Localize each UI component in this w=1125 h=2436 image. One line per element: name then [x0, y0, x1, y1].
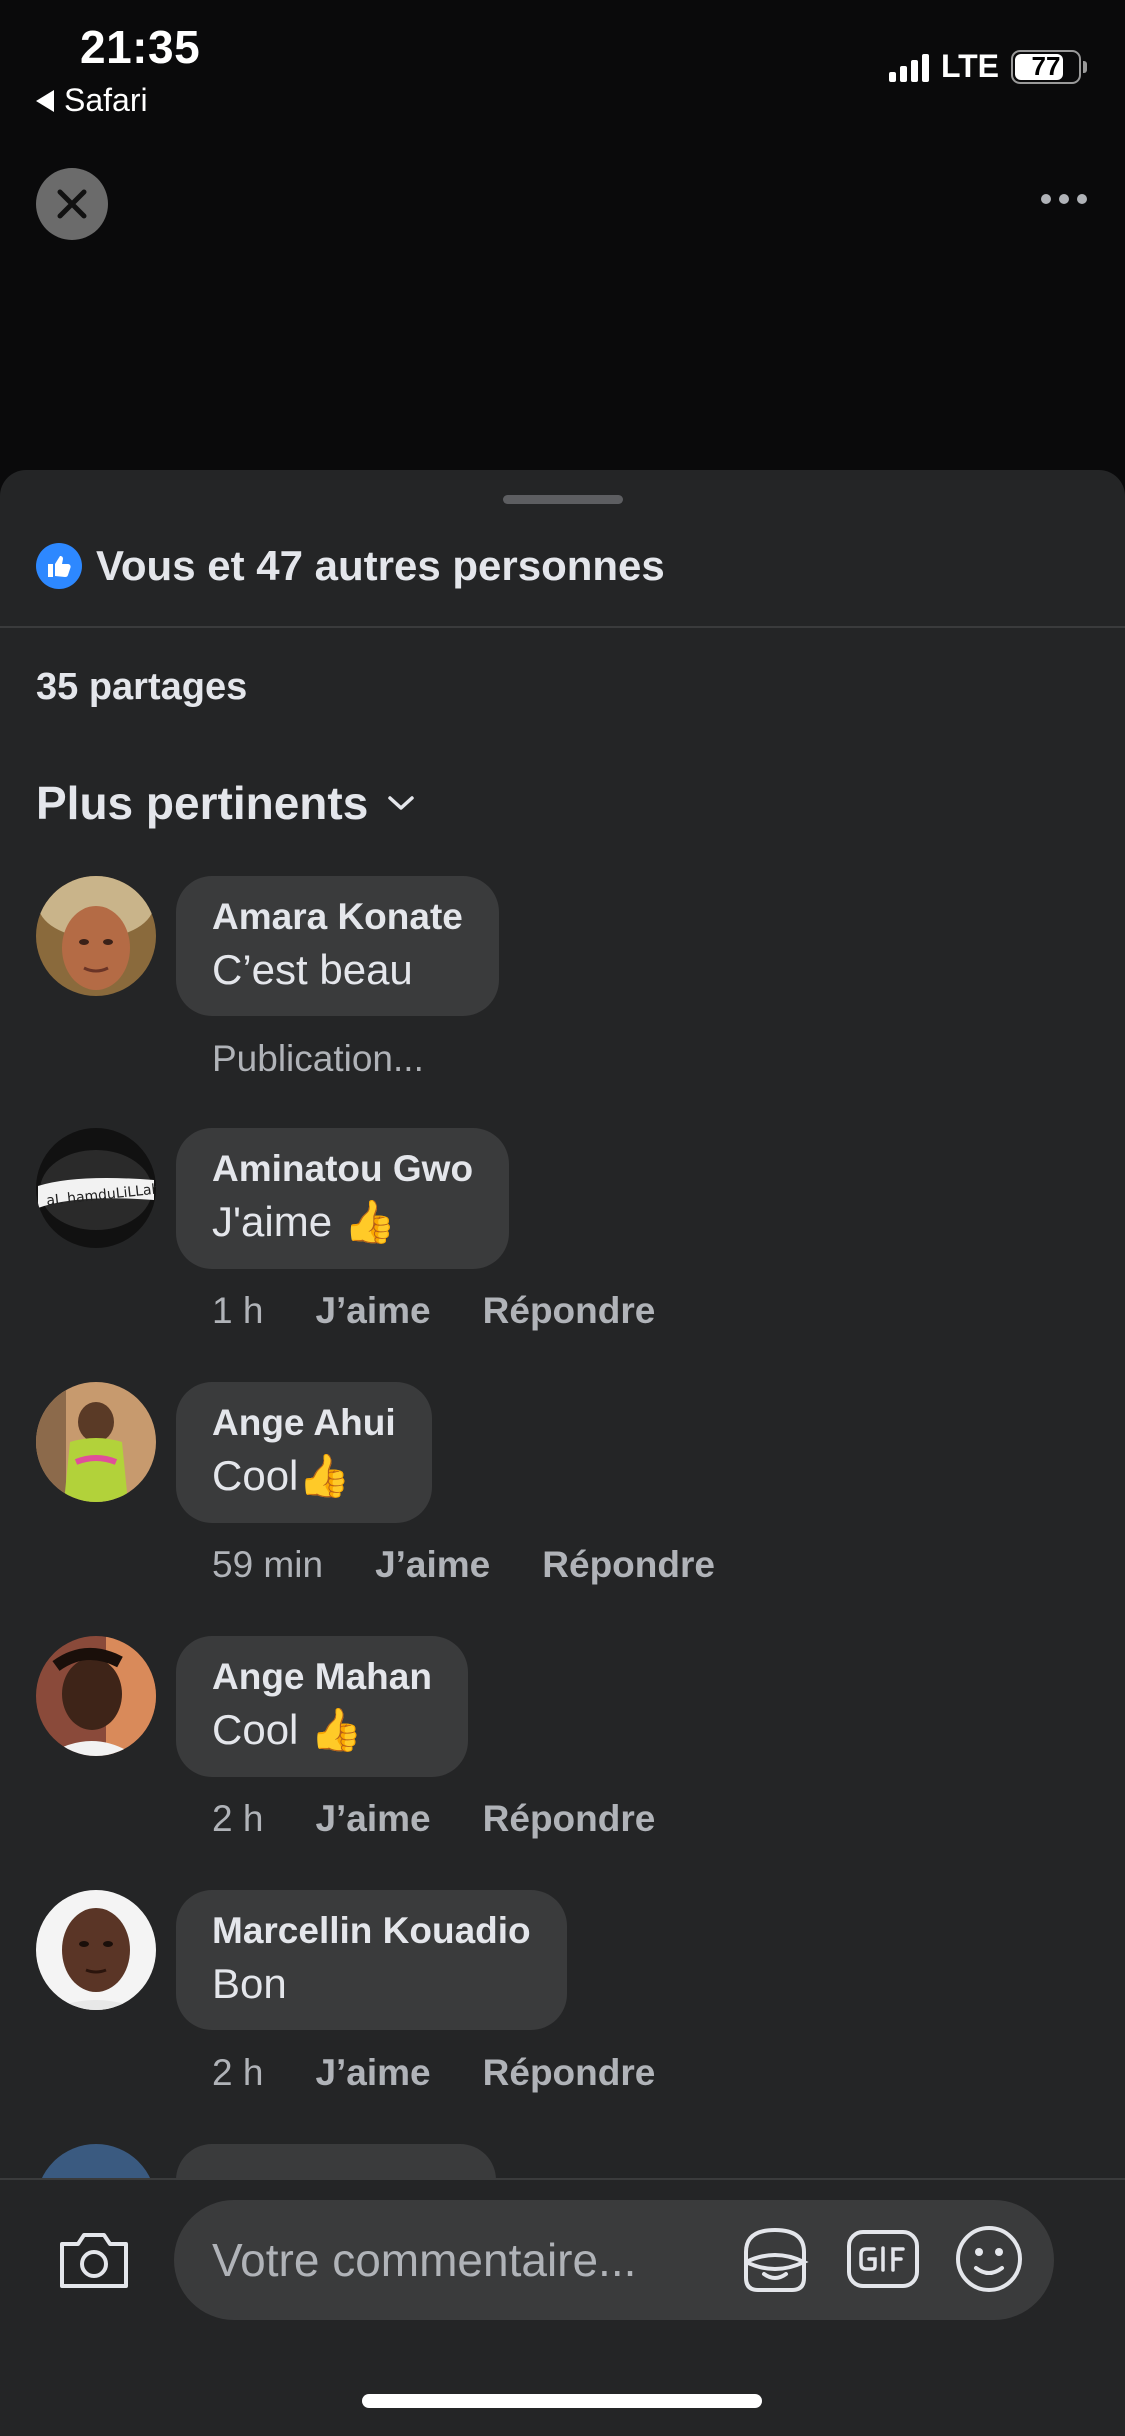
comment-field[interactable]	[174, 2200, 1054, 2320]
divider	[0, 626, 1125, 628]
avatar[interactable]	[36, 1382, 156, 1502]
status-indicators: LTE 77	[888, 48, 1087, 85]
home-indicator[interactable]	[362, 2394, 762, 2408]
reactions-summary[interactable]: Vous et 47 autres personnes	[36, 542, 665, 590]
reply-button[interactable]: Répondre	[542, 1544, 715, 1586]
comment-meta: Publication...	[212, 1038, 424, 1080]
more-dot-icon	[1077, 194, 1087, 204]
comment-meta: 59 min J’aime Répondre	[212, 1544, 715, 1586]
comment-time: 1 h	[212, 1290, 264, 1331]
comment-meta: 2 h J’aime Répondre	[212, 2052, 655, 2094]
like-reaction-icon	[36, 543, 82, 589]
avatar[interactable]	[36, 1890, 156, 2010]
more-dot-icon	[1059, 194, 1069, 204]
comment-meta: 1 h J’aime Répondre	[212, 1290, 655, 1332]
reply-button[interactable]: Répondre	[483, 1290, 656, 1332]
comment-text: Bon	[212, 1960, 287, 2007]
reactions-text: Vous et 47 autres personnes	[96, 542, 665, 589]
comment-time: 2 h	[212, 1798, 264, 1839]
reply-button[interactable]: Répondre	[483, 1798, 656, 1840]
comment-input[interactable]	[212, 2233, 732, 2287]
comment-text: Cool👍	[212, 1452, 351, 1499]
more-dot-icon	[1041, 194, 1051, 204]
comment-author[interactable]: Ange Mahan	[212, 1656, 432, 1698]
comment-bubble[interactable]: Marcellin Kouadio Bon	[176, 1890, 567, 2030]
battery-percent: 77	[1031, 51, 1061, 81]
more-options-button[interactable]	[1041, 194, 1087, 204]
like-comment-button[interactable]: J’aime	[315, 1290, 430, 1332]
comment-bubble[interactable]: Amara Konate C’est beau	[176, 876, 499, 1016]
avatar[interactable]	[36, 876, 156, 996]
comment-time: 59 min	[212, 1544, 324, 1585]
like-comment-button[interactable]: J’aime	[315, 2052, 430, 2094]
comment-meta: 2 h J’aime Répondre	[212, 1798, 655, 1840]
signal-strength-icon	[888, 52, 929, 82]
close-icon	[57, 189, 87, 219]
battery-icon: 77	[1011, 49, 1087, 84]
network-label: LTE	[940, 48, 999, 84]
avatar[interactable]: aL hamduLiLLah	[36, 1128, 156, 1248]
back-arrow-icon	[36, 89, 54, 112]
back-app-label: Safari	[64, 82, 148, 118]
avatar-sticker-icon[interactable]	[738, 2222, 812, 2296]
comment-bubble[interactable]: Aminatou Gwo J'aime 👍	[176, 1128, 510, 1269]
camera-icon	[60, 2233, 128, 2288]
comment-text: J'aime 👍	[212, 1198, 397, 1245]
like-comment-button[interactable]: J’aime	[315, 1798, 430, 1840]
close-button[interactable]	[36, 168, 108, 240]
comment-text: Cool 👍	[212, 1706, 363, 1753]
emoji-icon[interactable]	[954, 2224, 1024, 2294]
comment-author[interactable]: Aminatou Gwo	[212, 1148, 473, 1190]
comment-author[interactable]: Ange Ahui	[212, 1402, 396, 1444]
sort-dropdown[interactable]: Plus pertinents	[36, 776, 416, 830]
comment-author[interactable]: Marcellin Kouadio	[212, 1910, 531, 1952]
comment-status: Publication...	[212, 1038, 424, 1079]
comment-time: 2 h	[212, 2052, 264, 2093]
comment-author[interactable]: Amara Konate	[212, 896, 463, 938]
camera-button[interactable]	[56, 2228, 132, 2297]
sort-label: Plus pertinents	[36, 777, 369, 829]
comment-bubble[interactable]: Ange Mahan Cool 👍	[176, 1636, 468, 1777]
sheet-drag-handle[interactable]	[503, 495, 623, 504]
status-time: 21:35	[80, 21, 201, 73]
back-to-safari-link[interactable]: Safari	[36, 82, 148, 119]
reply-button[interactable]: Répondre	[483, 2052, 656, 2094]
gif-icon[interactable]	[846, 2229, 920, 2289]
shares-count[interactable]: 35 partages	[36, 666, 247, 709]
avatar[interactable]	[36, 1636, 156, 1756]
like-comment-button[interactable]: J’aime	[375, 1544, 490, 1586]
comments-sheet: Vous et 47 autres personnes 35 partages …	[0, 470, 1125, 2436]
chevron-down-icon	[388, 796, 415, 810]
comment-text: C’est beau	[212, 946, 413, 993]
comment-bubble[interactable]: Ange Ahui Cool👍	[176, 1382, 432, 1523]
